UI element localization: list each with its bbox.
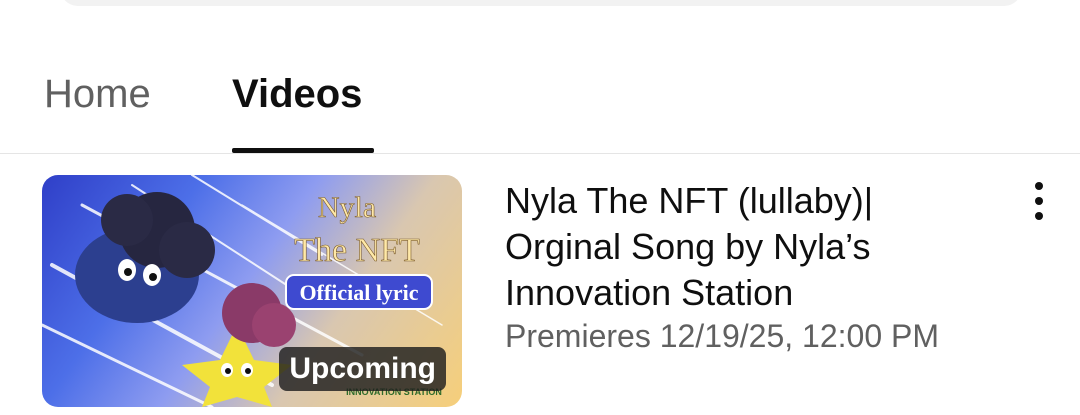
more-options-button[interactable] <box>1020 178 1060 224</box>
upcoming-badge: Upcoming <box>279 347 446 391</box>
channel-tabs: Home Videos <box>0 60 1080 153</box>
thumbnail-title-line2: The NFT <box>294 232 420 269</box>
vertical-ellipsis-icon <box>1035 197 1043 205</box>
search-bar[interactable] <box>60 0 1022 6</box>
thumbnail-title-line3: Official lyric <box>299 280 418 305</box>
video-thumbnail[interactable]: Nyla The NFT Official lyric INNOVATION S… <box>42 175 462 407</box>
vertical-ellipsis-icon <box>1035 212 1043 220</box>
video-list-item[interactable]: Nyla The NFT Official lyric INNOVATION S… <box>0 154 1080 415</box>
vertical-ellipsis-icon <box>1035 182 1043 190</box>
video-title[interactable]: Nyla The NFT (lullaby)| Orginal Song by … <box>505 178 985 316</box>
tab-home[interactable]: Home <box>44 70 151 118</box>
premiere-time: Premieres 12/19/25, 12:00 PM <box>505 318 940 354</box>
thumbnail-title-line1: Nyla <box>318 191 376 224</box>
tab-videos[interactable]: Videos <box>232 70 362 118</box>
